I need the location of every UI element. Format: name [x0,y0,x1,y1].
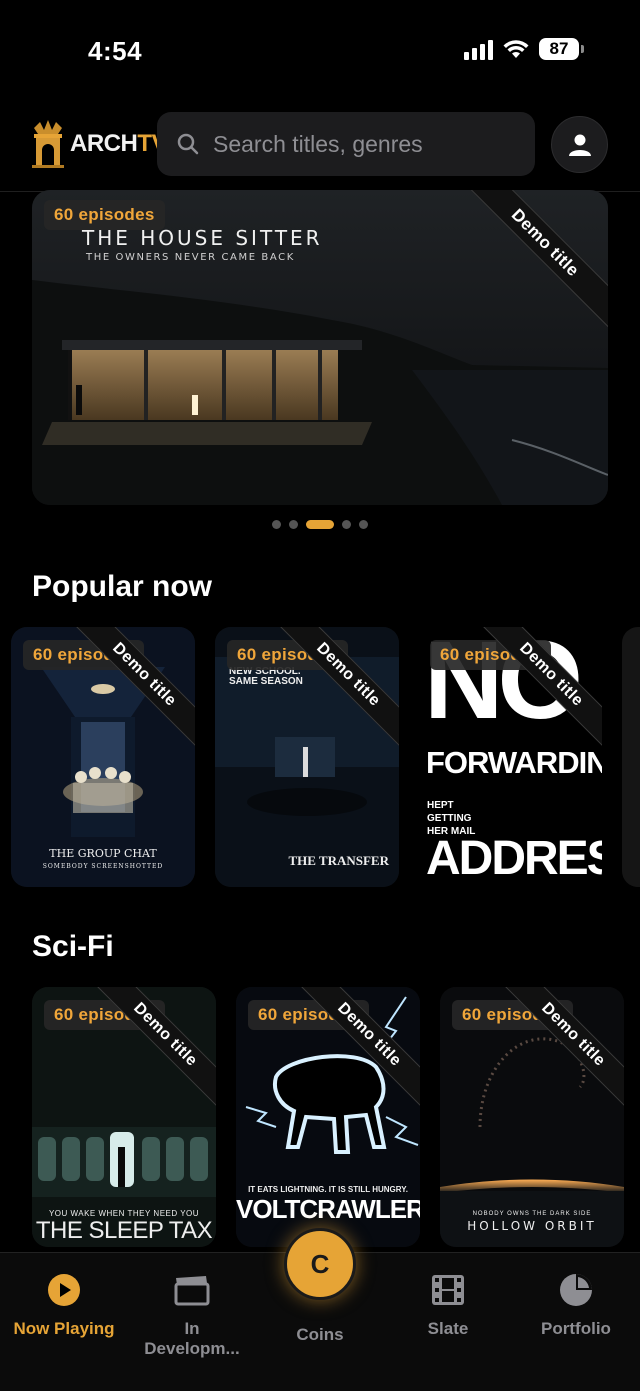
cellular-signal-icon [464,38,493,60]
poster-title: THE SLEEP TAX [35,1217,213,1244]
tab-slate[interactable]: Slate [384,1271,512,1339]
coin-icon: C [310,1248,330,1279]
episode-count-badge: 60 episodes [44,200,165,230]
carousel-dot-active[interactable] [306,520,334,529]
poster-title: THE GROUP CHAT [49,847,157,860]
tab-label: Now Playing [13,1319,115,1338]
tab-portfolio[interactable]: Portfolio [512,1271,640,1339]
title-card-partial[interactable] [622,627,640,887]
poster-title: HOLLOW ORBIT [467,1219,597,1233]
logo-wordmark: ARCHTV [70,130,167,157]
carousel-indicator[interactable] [0,520,640,529]
title-card[interactable]: NEW SCHOOL. SAME SEASON THE TRANSFER 60 … [215,627,399,887]
battery-level: 87 [539,38,579,60]
pie-chart-icon [560,1274,592,1306]
title-card[interactable]: YOU WAKE WHEN THEY NEED YOU THE SLEEP TA… [32,987,216,1247]
scifi-row[interactable]: YOU WAKE WHEN THEY NEED YOU THE SLEEP TA… [0,987,640,1249]
tab-in-development[interactable]: In Developm... [128,1271,256,1359]
app-header: ARCHTV Search titles, genres [0,108,640,192]
profile-button[interactable] [551,116,608,173]
episode-count-badge: 60 episodes [248,1000,369,1030]
section-title-scifi: Sci-Fi [32,930,114,963]
status-time: 4:54 [88,36,143,66]
carousel-dot[interactable] [289,520,298,529]
featured-banner[interactable]: THE HOUSE SITTER THE OWNERS NEVER CAME B… [32,190,608,505]
poster-tagline: IT EATS LIGHTNING. IT IS STILL HUNGRY. [248,1185,408,1194]
hero-poster-tagline: THE OWNERS NEVER CAME BACK [86,252,295,263]
film-strip-icon [432,1275,464,1305]
poster-tagline: NOBODY OWNS THE DARK SIDE [472,1211,592,1217]
poster-top-text: NEW SCHOOL. SAME SEASON [229,666,303,687]
carousel-dot[interactable] [272,520,281,529]
section-title-popular: Popular now [32,570,212,603]
wifi-icon [503,39,529,59]
episode-count-badge: 60 episodes [430,640,551,670]
tab-label: Slate [427,1319,469,1338]
tab-now-playing[interactable]: Now Playing [0,1271,128,1339]
poster-mid-text: FORWARDING [426,745,602,780]
popular-row[interactable]: THE GROUP CHAT SOMEBODY SCREENSHOTTED 60… [0,627,640,889]
title-card[interactable]: NOBODY OWNS THE DARK SIDE HOLLOW ORBIT 6… [440,987,624,1247]
user-icon [568,134,591,156]
title-card[interactable]: IT EATS LIGHTNING. IT IS STILL HUNGRY. V… [236,987,420,1247]
search-icon [177,133,199,155]
carousel-dot[interactable] [359,520,368,529]
tab-label-coins: Coins [296,1325,344,1344]
poster-title: THE TRANSFER [288,853,389,868]
poster-bottom-text: ADDRESS [426,832,602,885]
coins-button[interactable]: C [284,1228,356,1300]
archtv-logo[interactable]: ARCHTV [30,118,167,170]
title-card[interactable]: NO FORWARDING HEPT GETTING HER MAIL ADDR… [418,627,602,887]
poster-tagline: SOMEBODY SCREENSHOTTED [42,863,164,870]
clapperboard-icon [174,1276,210,1306]
status-bar: 4:54 87 [0,0,640,100]
bottom-tab-bar: Now Playing In Developm... C Coins Slate… [0,1228,640,1391]
search-input[interactable]: Search titles, genres [157,112,535,176]
episode-count-badge: 60 episodes [44,1000,165,1030]
episode-count-badge: 60 episodes [227,640,348,670]
play-circle-icon [48,1274,80,1306]
episode-count-badge: 60 episodes [23,640,144,670]
tab-label-line1: In [184,1319,200,1338]
poster-title: VOLTCRAWLER [236,1194,420,1224]
search-placeholder: Search titles, genres [213,130,423,157]
battery-icon: 87 [539,38,584,60]
carousel-dot[interactable] [342,520,351,529]
title-card[interactable]: THE GROUP CHAT SOMEBODY SCREENSHOTTED 60… [11,627,195,887]
arch-logo-icon [32,120,64,168]
tab-label: Portfolio [541,1319,611,1338]
episode-count-badge: 60 episodes [452,1000,573,1030]
status-indicators: 87 [464,38,584,60]
tab-label-line2: Developm... [144,1339,240,1358]
